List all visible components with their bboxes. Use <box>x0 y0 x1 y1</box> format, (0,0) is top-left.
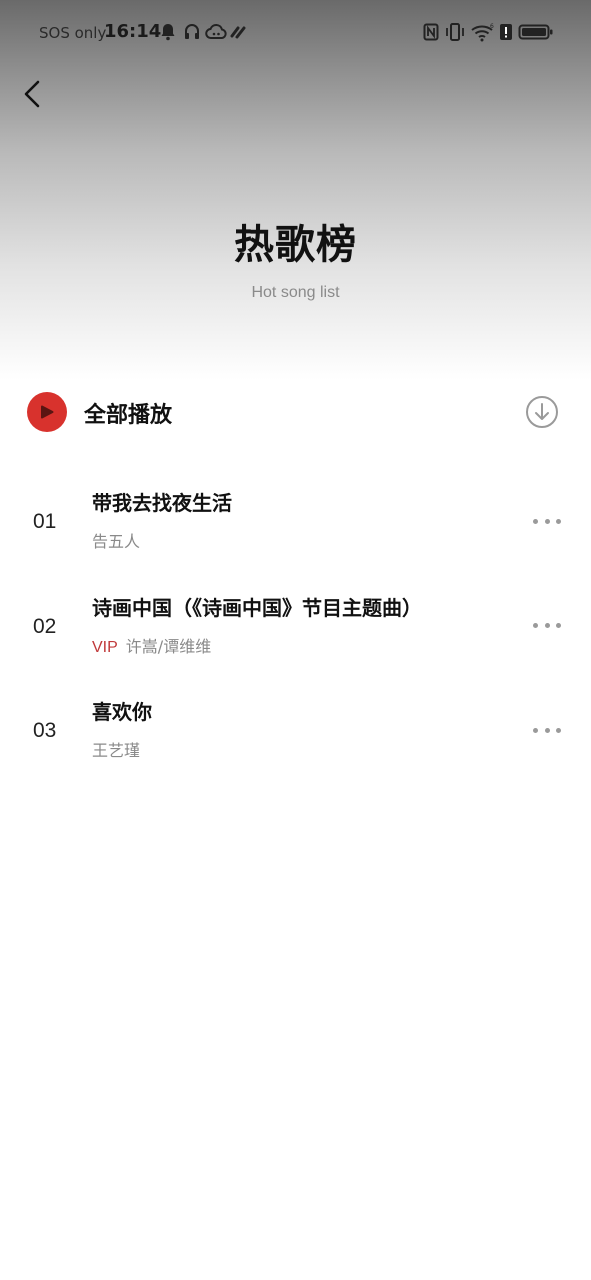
more-dot <box>544 623 550 628</box>
download-icon <box>526 396 558 428</box>
wifi-icon: 6 <box>470 22 496 46</box>
play-all-label[interactable]: 全部播放 <box>84 397 172 429</box>
song-rank: 01 <box>33 510 57 533</box>
chevron-left-icon <box>24 80 40 108</box>
song-artist: 告五人 <box>92 532 141 551</box>
more-dot <box>556 623 561 628</box>
song-title: 带我去找夜生活 <box>92 491 232 515</box>
song-list: 01 带我去找夜生活 告五人 02 诗画中国（《诗画中国》节目主题曲） VIP 许… <box>0 468 591 782</box>
more-dot <box>533 623 538 628</box>
more-dot <box>533 727 538 733</box>
bell-icon <box>160 22 176 46</box>
battery-icon <box>518 22 554 46</box>
song-meta: VIP 许嵩/谭维维 <box>92 633 211 657</box>
alert-icon <box>498 22 514 46</box>
song-meta: 王艺瑾 <box>92 737 140 761</box>
headphones-icon <box>184 22 200 46</box>
song-rank: 03 <box>33 719 57 742</box>
song-row[interactable]: 02 诗画中国（《诗画中国》节目主题曲） VIP 许嵩/谭维维 <box>0 573 591 678</box>
song-meta: 告五人 <box>92 528 140 552</box>
more-dot <box>556 518 561 524</box>
back-button[interactable] <box>14 76 50 112</box>
play-icon <box>41 405 54 419</box>
more-dot <box>544 518 550 524</box>
status-bar: SOS only 16:14 6 <box>0 0 591 66</box>
vibrate-icon <box>444 22 466 46</box>
carrier-text: SOS only <box>39 24 107 42</box>
download-all-button[interactable] <box>524 394 560 430</box>
song-row[interactable]: 01 带我去找夜生活 告五人 <box>0 468 591 573</box>
song-row[interactable]: 03 喜欢你 王艺瑾 <box>0 677 591 782</box>
song-rank: 02 <box>33 614 57 638</box>
cloud-icon <box>205 22 227 46</box>
more-dot <box>544 727 550 733</box>
play-all-row: 全部播放 <box>0 385 591 441</box>
song-title: 诗画中国（《诗画中国》节目主题曲） <box>92 595 422 620</box>
song-artist: 许嵩/谭维维 <box>125 636 212 656</box>
song-artist: 王艺瑾 <box>92 741 141 760</box>
song-title: 喜欢你 <box>92 700 152 724</box>
more-options-button[interactable] <box>533 619 561 633</box>
hot-song-list-screen: SOS only 16:14 6 热歌榜 Hot song list 全部播放 … <box>0 0 591 1280</box>
play-all-button[interactable] <box>27 392 67 432</box>
more-dot <box>533 518 538 524</box>
vip-badge: VIP <box>92 638 118 656</box>
nfc-icon <box>423 22 439 46</box>
chart-header: 热歌榜 Hot song list <box>0 212 591 302</box>
clock-time: 16:14 <box>104 21 162 42</box>
page-subtitle: Hot song list <box>251 284 340 301</box>
more-options-button[interactable] <box>533 514 561 528</box>
svg-text:6: 6 <box>490 23 494 30</box>
more-dot <box>556 727 561 733</box>
more-options-button[interactable] <box>533 723 561 737</box>
page-title: 热歌榜 <box>234 222 357 268</box>
link-icon <box>229 22 247 46</box>
